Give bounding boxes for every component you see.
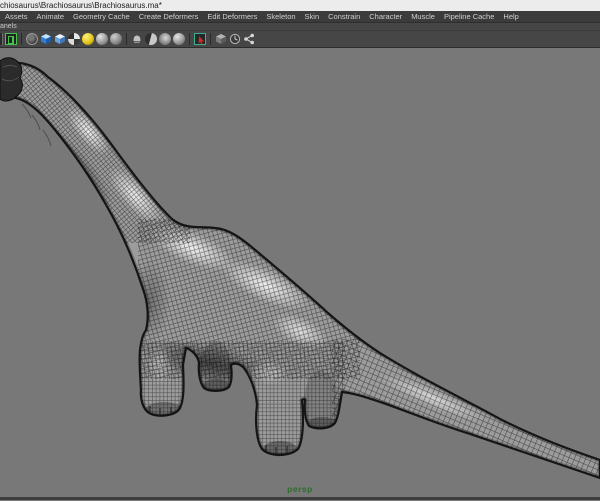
menu-muscle[interactable]: Muscle [407,12,439,21]
menu-animate[interactable]: Animate [33,12,69,21]
shadows-lamp-icon[interactable] [131,33,143,45]
panel-menu-row: anels [0,22,600,30]
window-title: chiosaurus\Brachiosaurus\Brachiosaurus.m… [0,1,162,10]
viewport-canvas[interactable] [0,48,600,501]
half-shade-sphere-icon[interactable] [159,33,171,45]
flat-light-sphere-icon[interactable] [96,33,108,45]
menu-skin[interactable]: Skin [301,12,324,21]
menu-character[interactable]: Character [365,12,406,21]
menu-help[interactable]: Help [499,12,522,21]
panel-toolbar [0,30,600,47]
menu-geometry-cache[interactable]: Geometry Cache [69,12,134,21]
menu-assets[interactable]: Assets [1,12,32,21]
toolbar-separator [21,33,22,45]
toolbar-separator [210,33,211,45]
window-titlebar: chiosaurus\Brachiosaurus\Brachiosaurus.m… [0,0,600,11]
no-lights-sphere-icon[interactable] [110,33,122,45]
menu-constrain[interactable]: Constrain [324,12,364,21]
textured-cube-icon[interactable] [54,33,66,45]
all-lights-icon[interactable] [82,33,94,45]
wireframe-sphere-icon[interactable] [26,33,38,45]
checker-sphere-icon[interactable] [68,33,80,45]
isolate-select-icon[interactable] [194,33,206,45]
xray-cube-icon[interactable] [215,33,227,45]
shaded-cube-icon[interactable] [40,33,52,45]
cut-off-icon [0,33,3,45]
toolbar-separator [126,33,127,45]
ao-sphere-icon[interactable] [145,33,157,45]
main-menu-bar: Assets Animate Geometry Cache Create Def… [0,11,600,22]
menu-pipeline-cache[interactable]: Pipeline Cache [440,12,498,21]
exposure-clock-icon[interactable] [229,33,241,45]
menu-edit-deformers[interactable]: Edit Deformers [203,12,261,21]
toolbar-separator [189,33,190,45]
menu-create-deformers[interactable]: Create Deformers [135,12,203,21]
menu-panels-partial[interactable]: anels [0,23,17,30]
menu-skeleton[interactable]: Skeleton [262,12,299,21]
multisample-sphere-icon[interactable] [173,33,185,45]
perspective-viewport[interactable]: persp [0,47,600,500]
panel-layout-icon[interactable] [5,33,17,45]
node-share-icon[interactable] [243,33,255,45]
camera-name-label: persp [287,484,313,494]
